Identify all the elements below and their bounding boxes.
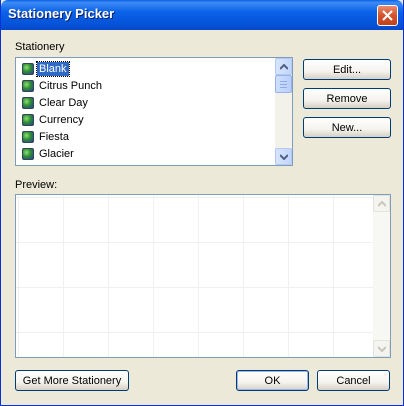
- list-item-label: Citrus Punch: [39, 80, 102, 92]
- preview-grid: [16, 195, 374, 357]
- list-item[interactable]: Citrus Punch: [22, 78, 104, 94]
- list-item-label: Blank: [36, 61, 70, 77]
- scroll-down-icon: [280, 154, 288, 160]
- window-title: Stationery Picker: [8, 6, 115, 21]
- list-item[interactable]: Clear Day: [22, 95, 90, 111]
- list-item[interactable]: Fiesta: [22, 129, 71, 145]
- preview-label: Preview:: [15, 179, 58, 191]
- preview-scroll-up-button: [373, 195, 390, 212]
- scroll-thumb[interactable]: [275, 75, 292, 93]
- get-more-stationery-button[interactable]: Get More Stationery: [15, 370, 129, 391]
- close-button[interactable]: [377, 5, 398, 26]
- stationery-item-icon: [22, 97, 34, 109]
- preview-scroll-down-button: [373, 340, 390, 357]
- stationery-item-icon: [22, 131, 34, 143]
- list-item[interactable]: Blank: [22, 61, 70, 77]
- stationery-item-icon: [22, 63, 34, 75]
- list-item-label: Glacier: [39, 148, 74, 160]
- preview-scrollbar: [373, 195, 390, 357]
- ok-button[interactable]: OK: [236, 370, 309, 391]
- scroll-down-button[interactable]: [275, 148, 292, 165]
- list-item-label: Currency: [39, 114, 84, 126]
- list-item-label: Fiesta: [39, 131, 69, 143]
- title-bar: Stationery Picker: [1, 0, 403, 30]
- stationery-item-icon: [22, 114, 34, 126]
- stationery-label: Stationery: [15, 41, 65, 53]
- stationery-list[interactable]: Blank Citrus Punch Clear Day Currency Fi…: [15, 57, 293, 166]
- scroll-up-icon: [280, 64, 288, 70]
- scroll-up-icon: [378, 201, 386, 207]
- close-icon: [382, 10, 393, 21]
- new-button[interactable]: New...: [303, 117, 391, 138]
- scroll-up-button[interactable]: [275, 58, 292, 75]
- edit-button[interactable]: Edit...: [303, 59, 391, 80]
- scroll-down-icon: [378, 346, 386, 352]
- stationery-scrollbar[interactable]: [275, 58, 292, 165]
- remove-button[interactable]: Remove: [303, 88, 391, 109]
- list-item[interactable]: Glacier: [22, 146, 76, 162]
- preview-pane: [15, 194, 391, 358]
- list-item-partial: [22, 163, 37, 166]
- list-item-label: Clear Day: [39, 97, 88, 109]
- cancel-button[interactable]: Cancel: [317, 370, 390, 391]
- stationery-picker-dialog: Stationery Picker Stationery Blank Citru…: [0, 0, 404, 406]
- stationery-item-icon: [22, 165, 34, 166]
- list-item[interactable]: Currency: [22, 112, 86, 128]
- stationery-item-icon: [22, 80, 34, 92]
- stationery-item-icon: [22, 148, 34, 160]
